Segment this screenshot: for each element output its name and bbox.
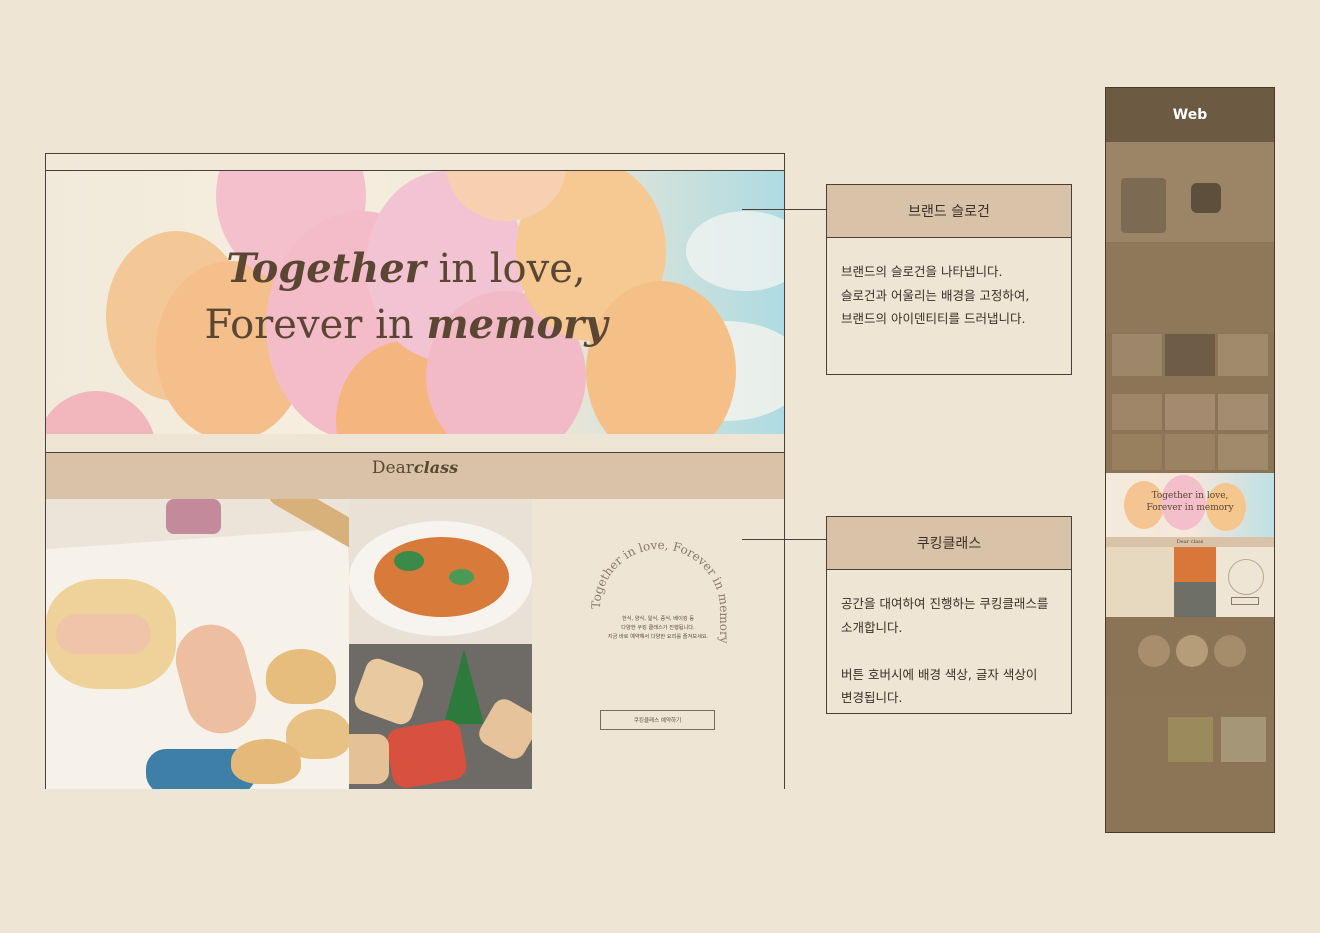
- annotation-line: 브랜드의 슬로건을 나타냅니다.: [841, 264, 1003, 279]
- cooking-photo-pasta: [349, 499, 532, 644]
- star-cookie: [349, 734, 389, 784]
- preview-slogan-line: Forever in memory: [1146, 503, 1234, 513]
- annotation-line: 버튼 호버시에 배경 색상, 글자 색상이: [841, 666, 1038, 682]
- preview-thumb: [1112, 394, 1162, 430]
- preview-circle: [1176, 635, 1208, 667]
- brand-bar: Dearclass: [46, 453, 784, 499]
- class-description: 한식, 양식, 일식, 중식, 베이킹 등 다양한 쿠킹 클래스가 진행됩니다.…: [532, 615, 784, 642]
- annotation-title: 쿠킹클래스: [827, 517, 1071, 570]
- preview-hero-highlight: Together in love, Forever in memory: [1106, 473, 1274, 537]
- annotation-line: 변경됩니다.: [841, 690, 903, 705]
- web-label: Web: [1106, 88, 1274, 142]
- slogan-text-1: in love,: [425, 246, 586, 292]
- preview-thumb: [1165, 434, 1215, 470]
- cooking-photo-cookies: [349, 644, 532, 789]
- arc-slogan: Together in love, Forever in memory: [589, 538, 731, 644]
- desc-line: 다양한 쿠킹 클래스가 진행됩니다.: [621, 625, 695, 631]
- brand-class: class: [413, 458, 459, 477]
- preview-thumb: [1112, 334, 1162, 376]
- preview-section: [1106, 617, 1274, 697]
- preview-thumb: [1165, 394, 1215, 430]
- desc-line: 한식, 양식, 일식, 중식, 베이킹 등: [621, 616, 695, 622]
- preview-brand: Dear class: [1106, 537, 1274, 547]
- cloud: [686, 211, 784, 291]
- basil: [394, 551, 424, 571]
- annotation-body: 브랜드의 슬로건을 나타냅니다. 슬로건과 어울리는 배경을 고정하여, 브랜드…: [827, 238, 1071, 331]
- preview-arc: [1228, 559, 1264, 595]
- preview-footer-section: [1106, 697, 1274, 832]
- preview-slogan-line: Together in love,: [1151, 491, 1229, 501]
- pasta: [374, 537, 509, 617]
- top-bar: [46, 154, 784, 171]
- jar: [166, 499, 221, 534]
- annotation-spacer: [841, 639, 1057, 663]
- connector-line: [742, 209, 826, 210]
- annotation-body: 공간을 대여하여 진행하는 쿠킹클래스를 소개합니다. 버튼 호버시에 배경 색…: [827, 570, 1071, 710]
- desc-line: 지금 바로 예약해서 다양한 요리를 즐겨보세요.: [607, 634, 709, 640]
- brand-logo[interactable]: Dearclass: [46, 458, 784, 478]
- class-intro: Together in love, Forever in memory 한식, …: [532, 499, 784, 789]
- web-full-page-preview: Web Together in love, Forever in memory …: [1105, 87, 1275, 833]
- star-cookie: [351, 655, 427, 728]
- hand: [56, 614, 151, 654]
- annotation-brand-slogan: 브랜드 슬로건 브랜드의 슬로건을 나타냅니다. 슬로건과 어울리는 배경을 고…: [826, 184, 1072, 375]
- preview-thumb: [1218, 394, 1268, 430]
- star-cookie: [384, 717, 469, 789]
- dumpling: [266, 649, 336, 704]
- slogan-text-2: Forever in: [204, 302, 427, 348]
- preview-photo: [1191, 183, 1221, 213]
- hero-banner: Together in love, Forever in memory: [46, 171, 784, 434]
- preview-photo: [1121, 178, 1166, 233]
- slogan-script-2: memory: [426, 301, 608, 348]
- cooking-photo-dough: [46, 499, 349, 789]
- preview-thumb: [1218, 434, 1268, 470]
- preview-photo: [1168, 717, 1213, 762]
- divider-band: [46, 434, 784, 453]
- brand-dear: Dear: [371, 458, 414, 478]
- annotation-cooking-class: 쿠킹클래스 공간을 대여하여 진행하는 쿠킹클래스를 소개합니다. 버튼 호버시…: [826, 516, 1072, 714]
- preview-thumb: [1112, 434, 1162, 470]
- annotation-line: 공간을 대여하여 진행하는 쿠킹클래스를: [841, 596, 1049, 611]
- preview-photo: [1106, 547, 1174, 617]
- star-cookie: [474, 694, 532, 764]
- preview-photo: [1174, 547, 1216, 582]
- tree-cookie: [444, 649, 484, 724]
- preview-photo: [1174, 582, 1216, 617]
- preview-photo: [1221, 717, 1266, 762]
- preview-circle: [1138, 635, 1170, 667]
- preview-class-section: Dear class: [1106, 537, 1274, 617]
- dumpling: [231, 739, 301, 784]
- slogan-script-1: Together: [226, 245, 426, 292]
- annotation-line: 브랜드의 아이덴티티를 드러냅니다.: [841, 311, 1026, 326]
- annotation-title: 브랜드 슬로건: [827, 185, 1071, 238]
- hero-slogan: Together in love, Forever in memory: [196, 241, 616, 353]
- preview-slogan: Together in love, Forever in memory: [1106, 490, 1274, 514]
- preview-section: [1106, 243, 1274, 333]
- basil: [449, 569, 474, 585]
- annotation-line: 소개합니다.: [841, 619, 903, 635]
- preview-circle: [1214, 635, 1246, 667]
- preview-thumb: [1218, 334, 1268, 376]
- reserve-class-button[interactable]: 쿠킹클래스 예약하기: [600, 710, 715, 730]
- connector-line: [742, 539, 826, 540]
- preview-button: [1231, 597, 1259, 605]
- preview-thumb: [1165, 334, 1215, 376]
- balloon: [46, 391, 156, 434]
- website-mockup: Together in love, Forever in memory Dear…: [45, 153, 785, 789]
- annotation-line: 슬로건과 어울리는 배경을 고정하여,: [841, 287, 1030, 303]
